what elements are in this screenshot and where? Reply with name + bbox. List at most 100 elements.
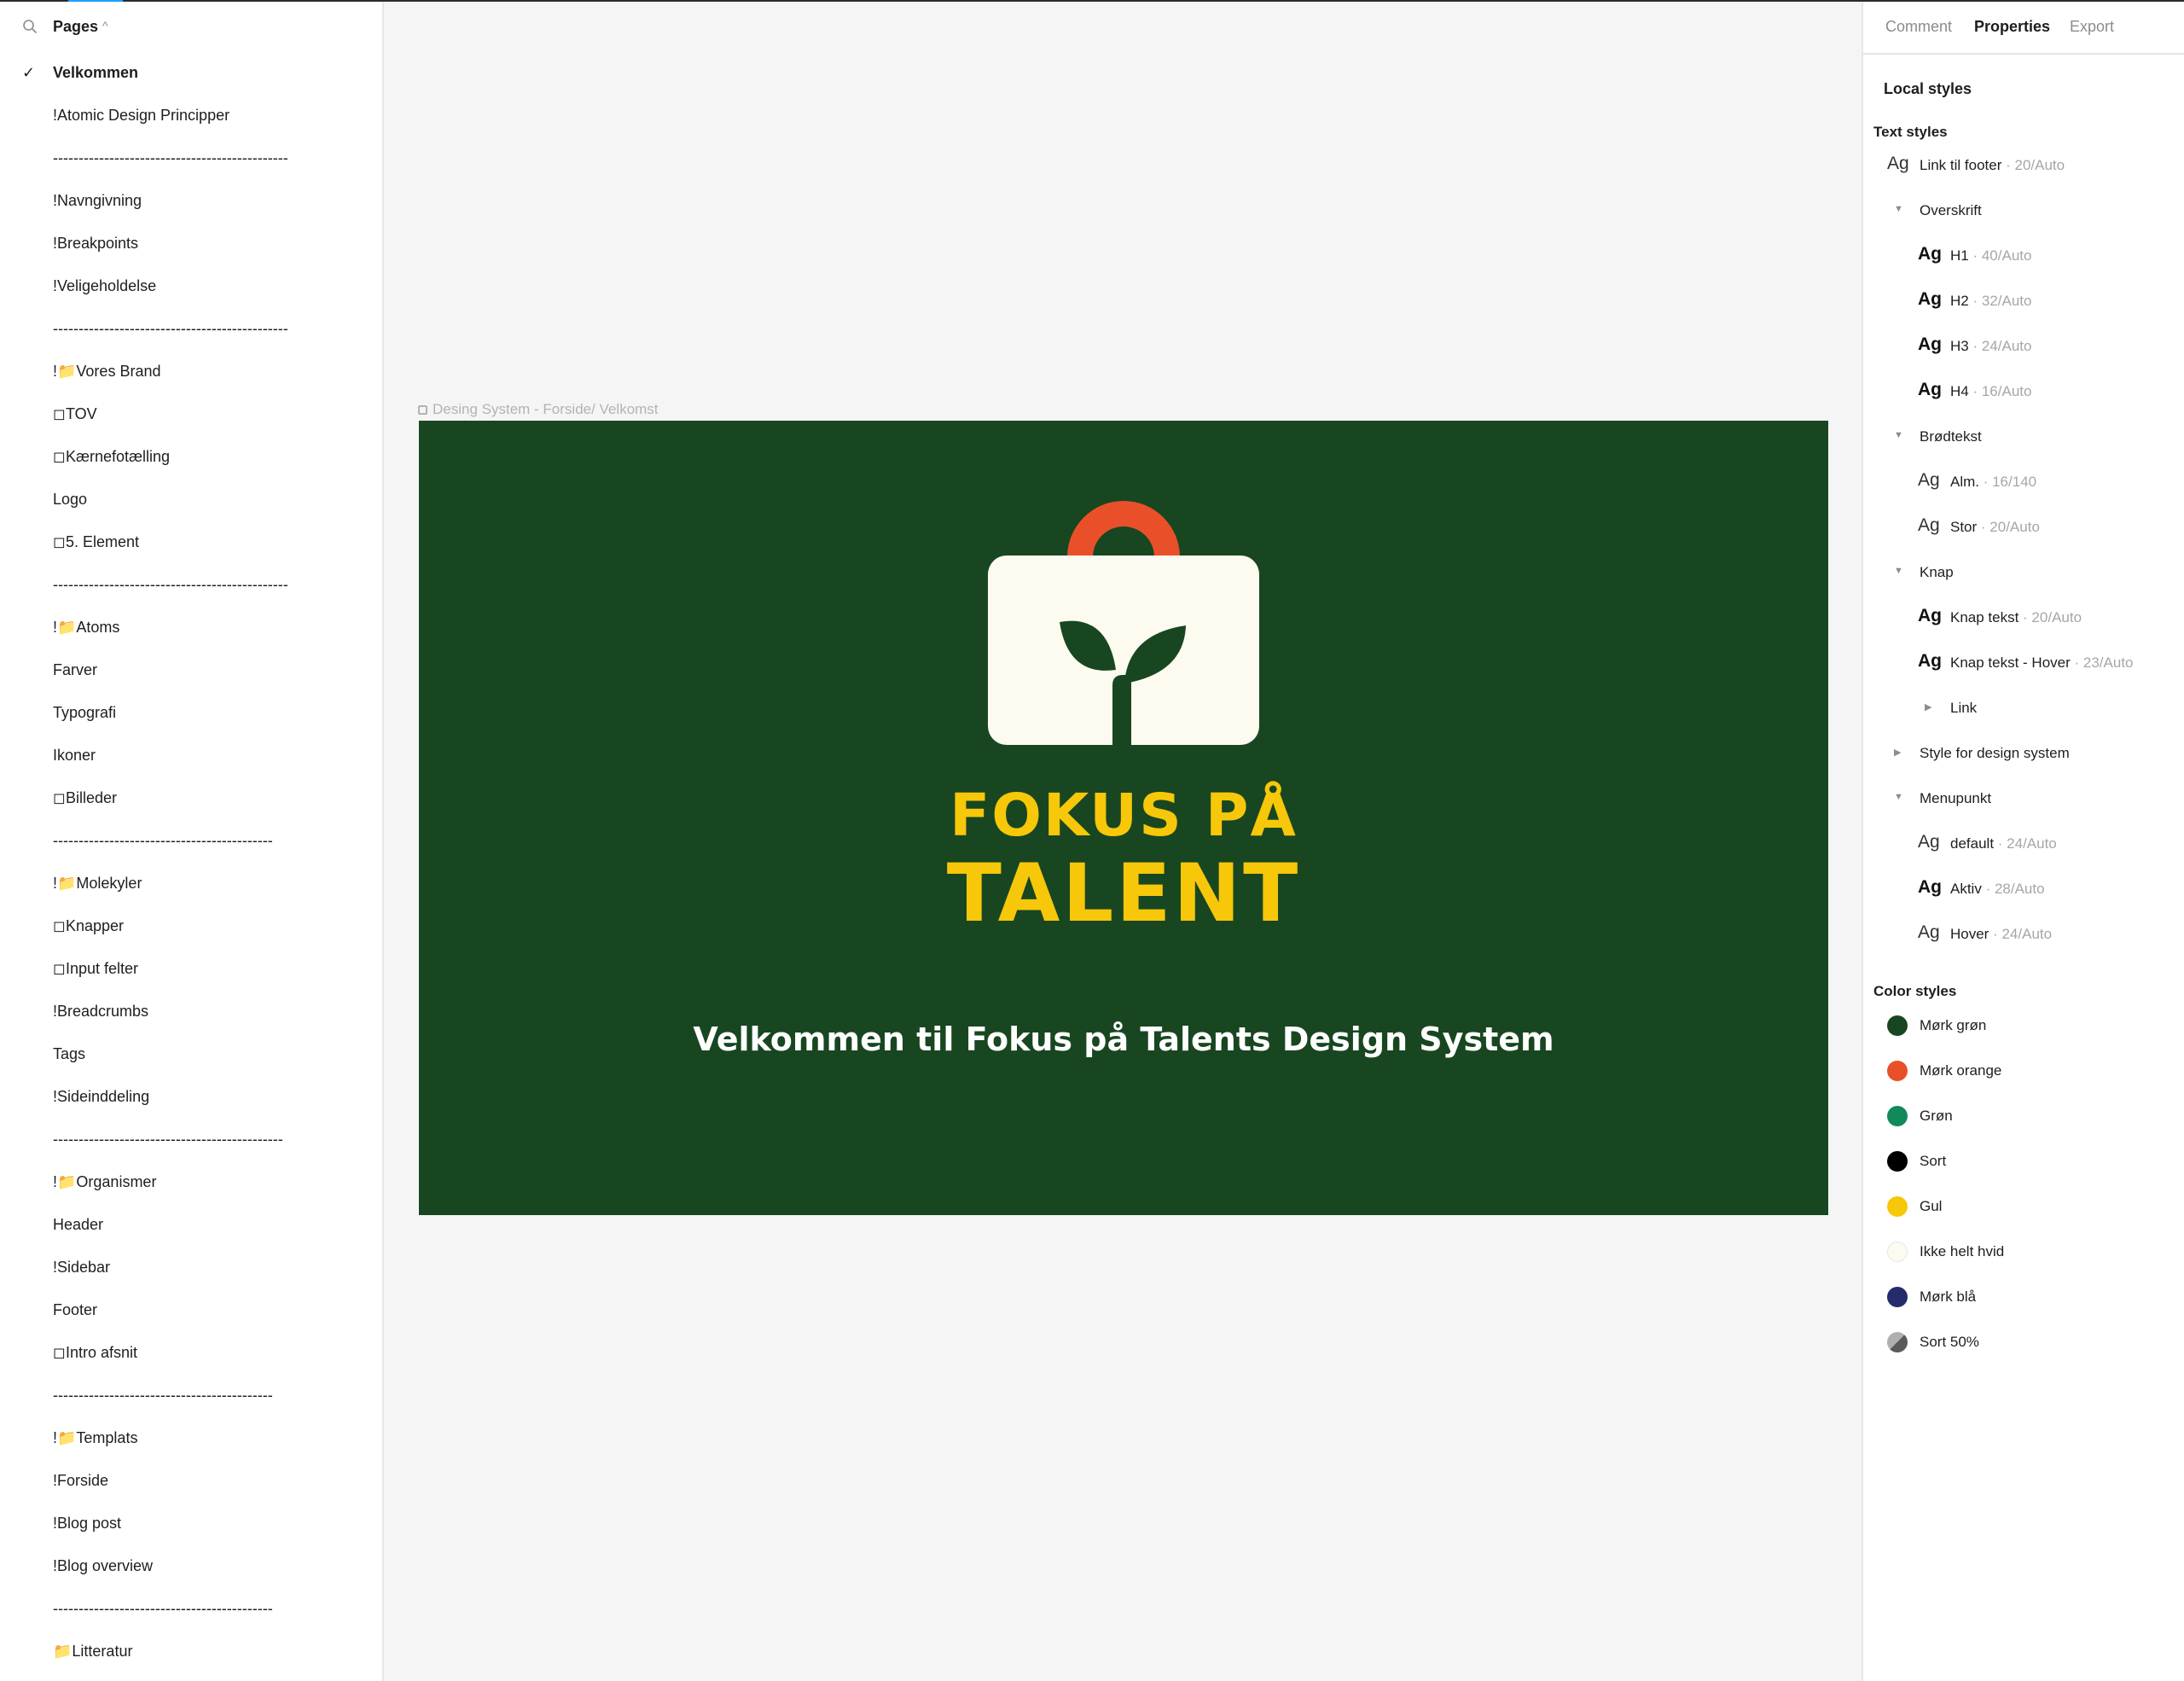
caret-right-icon[interactable]: ▶ [1894,747,1901,758]
page-divider[interactable]: ----------------------------------------… [0,826,382,869]
pages-title[interactable]: Pages [53,18,98,36]
page-item-templats[interactable]: !📁Templats [0,1423,382,1466]
tab-properties[interactable]: Properties [1974,18,2050,36]
page-item-intro-afsnit[interactable]: ◻Intro afsnit [0,1338,382,1381]
page-item-label: ----------------------------------------… [53,149,288,166]
color-style-name: Ikke helt hvid [1920,1243,2005,1259]
page-item-input-felter[interactable]: ◻Input felter [0,954,382,997]
page-item-tov[interactable]: ◻TOV [0,399,382,442]
page-item-breadcrumbs[interactable]: !Breadcrumbs [0,997,382,1039]
text-style-link-til-footer[interactable]: Ag Link til footer · 20/Auto [1863,154,2184,188]
text-style-icon: Ag [1918,334,1942,354]
color-style-sort[interactable]: Sort [1863,1151,2184,1185]
welcome-frame[interactable]: FOKUS PÅ TALENT Velkommen til Fokus på T… [419,421,1828,1215]
text-style-group-name: Knap [1920,564,1954,580]
page-item-navngivning[interactable]: !Navngivning [0,186,382,229]
text-style-knap-tekst[interactable]: Ag Knap tekst · 20/Auto [1863,606,2184,640]
page-item-organismer[interactable]: !📁Organismer [0,1167,382,1210]
tab-comment[interactable]: Comment [1885,18,1952,36]
page-item-header[interactable]: Header [0,1210,382,1253]
text-style-group-br-dtekst[interactable]: ▼ Brødtekst [1863,425,2184,459]
text-style-h3[interactable]: Ag H3 · 24/Auto [1863,334,2184,369]
color-style-m-rk-gr-n[interactable]: Mørk grøn [1863,1015,2184,1050]
page-item-knapper[interactable]: ◻Knapper [0,911,382,954]
color-style-name: Mørk orange [1920,1062,2002,1079]
text-style-size: · 24/Auto [1994,835,2057,852]
page-item-atoms[interactable]: !📁Atoms [0,613,382,655]
page-item-litteratur[interactable]: 📁Litteratur [0,1637,382,1679]
color-style-gr-n[interactable]: Grøn [1863,1106,2184,1140]
text-style-group-menupunkt[interactable]: ▼ Menupunkt [1863,787,2184,821]
text-style-size: · 16/140 [1979,474,2037,490]
text-style-h2[interactable]: Ag H2 · 32/Auto [1863,289,2184,323]
text-style-alm[interactable]: Ag Alm. · 16/140 [1863,470,2184,504]
page-item-velkommen[interactable]: ✓ Velkommen [0,58,382,101]
text-style-knap-tekst-hover[interactable]: Ag Knap tekst - Hover · 23/Auto [1863,651,2184,685]
color-style-ikke-helt-hvid[interactable]: Ikke helt hvid [1863,1242,2184,1276]
text-style-size: · 16/Auto [1968,383,2032,399]
search-icon[interactable] [22,19,38,34]
panel-tabs: Comment Properties Export [1863,2,2184,55]
caret-down-icon[interactable]: ▼ [1894,566,1903,576]
page-item-tags[interactable]: Tags [0,1039,382,1082]
page-item-sidebar[interactable]: !Sidebar [0,1253,382,1295]
page-item-5-element[interactable]: ◻5. Element [0,527,382,570]
page-item-label: !Forside [53,1472,109,1489]
page-item-blog-post[interactable]: !Blog post [0,1509,382,1551]
text-style-group-overskrift[interactable]: ▼ Overskrift [1863,199,2184,233]
page-item-molekyler[interactable]: !📁Molekyler [0,869,382,911]
page-divider[interactable]: ----------------------------------------… [0,314,382,357]
page-divider[interactable]: ----------------------------------------… [0,1381,382,1423]
page-divider[interactable]: ----------------------------------------… [0,143,382,186]
color-style-gul[interactable]: Gul [1863,1196,2184,1230]
page-item-label: !Blog overview [53,1557,154,1574]
caret-down-icon[interactable]: ▼ [1894,430,1903,440]
chevron-up-icon[interactable]: ^ [102,19,108,32]
page-item-billeder[interactable]: ◻Billeder [0,783,382,826]
page-item-blog-overview[interactable]: !Blog overview [0,1551,382,1594]
text-style-hover[interactable]: Ag Hover · 24/Auto [1863,922,2184,957]
caret-down-icon[interactable]: ▼ [1894,204,1903,214]
page-item-atomic-design-principper[interactable]: !Atomic Design Principper [0,101,382,143]
page-divider[interactable]: ----------------------------------------… [0,570,382,613]
text-style-group-knap[interactable]: ▼ Knap [1863,561,2184,595]
page-item-footer[interactable]: Footer [0,1295,382,1338]
text-style-group-style-for-design-system[interactable]: ▶ Style for design system [1863,742,2184,776]
page-item-label: !Atomic Design Principper [53,107,230,124]
page-item-ikoner[interactable]: Ikoner [0,741,382,783]
page-item-farver[interactable]: Farver [0,655,382,698]
page-divider[interactable]: ----------------------------------------… [0,1594,382,1637]
page-item-vores-brand[interactable]: !📁Vores Brand [0,357,382,399]
page-divider[interactable]: ----------------------------------------… [0,1125,382,1167]
text-style-stor[interactable]: Ag Stor · 20/Auto [1863,515,2184,550]
page-item-label: Header [53,1216,104,1233]
page-item-sideinddeling[interactable]: !Sideinddeling [0,1082,382,1125]
color-style-name: Gul [1920,1198,1943,1214]
color-style-sort-50[interactable]: Sort 50% [1863,1332,2184,1366]
color-style-m-rk-orange[interactable]: Mørk orange [1863,1061,2184,1095]
page-item-forside[interactable]: !Forside [0,1466,382,1509]
page-item-veligeholdelse[interactable]: !Veligeholdelse [0,271,382,314]
frame-label[interactable]: Desing System - Forside/ Velkomst [418,401,659,418]
text-style-default[interactable]: Ag default · 24/Auto [1863,832,2184,866]
page-item-label: !📁Templats [53,1429,138,1446]
text-style-h4[interactable]: Ag H4 · 16/Auto [1863,380,2184,414]
caret-right-icon[interactable]: ▶ [1925,701,1931,713]
page-item-breakpoints[interactable]: !Breakpoints [0,229,382,271]
page-item-k-rnefot-lling[interactable]: ◻Kærnefotælling [0,442,382,485]
tab-export[interactable]: Export [2070,18,2114,36]
text-style-h1[interactable]: Ag H1 · 40/Auto [1863,244,2184,278]
page-item-label: !📁Vores Brand [53,363,161,380]
canvas[interactable]: Desing System - Forside/ Velkomst FOKUS … [384,2,1862,1681]
page-item-logo[interactable]: Logo [0,485,382,527]
text-style-aktiv[interactable]: Ag Aktiv · 28/Auto [1863,877,2184,911]
text-style-group-name: Overskrift [1920,202,1982,218]
color-style-m-rk-bla[interactable]: Mørk blå [1863,1287,2184,1321]
page-item-typografi[interactable]: Typografi [0,698,382,741]
caret-down-icon[interactable]: ▼ [1894,792,1903,802]
text-style-label: Stor · 20/Auto [1950,519,2040,536]
text-style-group-link[interactable]: ▶ Link [1863,696,2184,730]
text-style-icon: Ag [1918,515,1940,535]
text-style-size: · 32/Auto [1968,293,2032,309]
pages-panel: Pages ^ ✓ Velkommen !Atomic Design Princip… [0,2,384,1681]
